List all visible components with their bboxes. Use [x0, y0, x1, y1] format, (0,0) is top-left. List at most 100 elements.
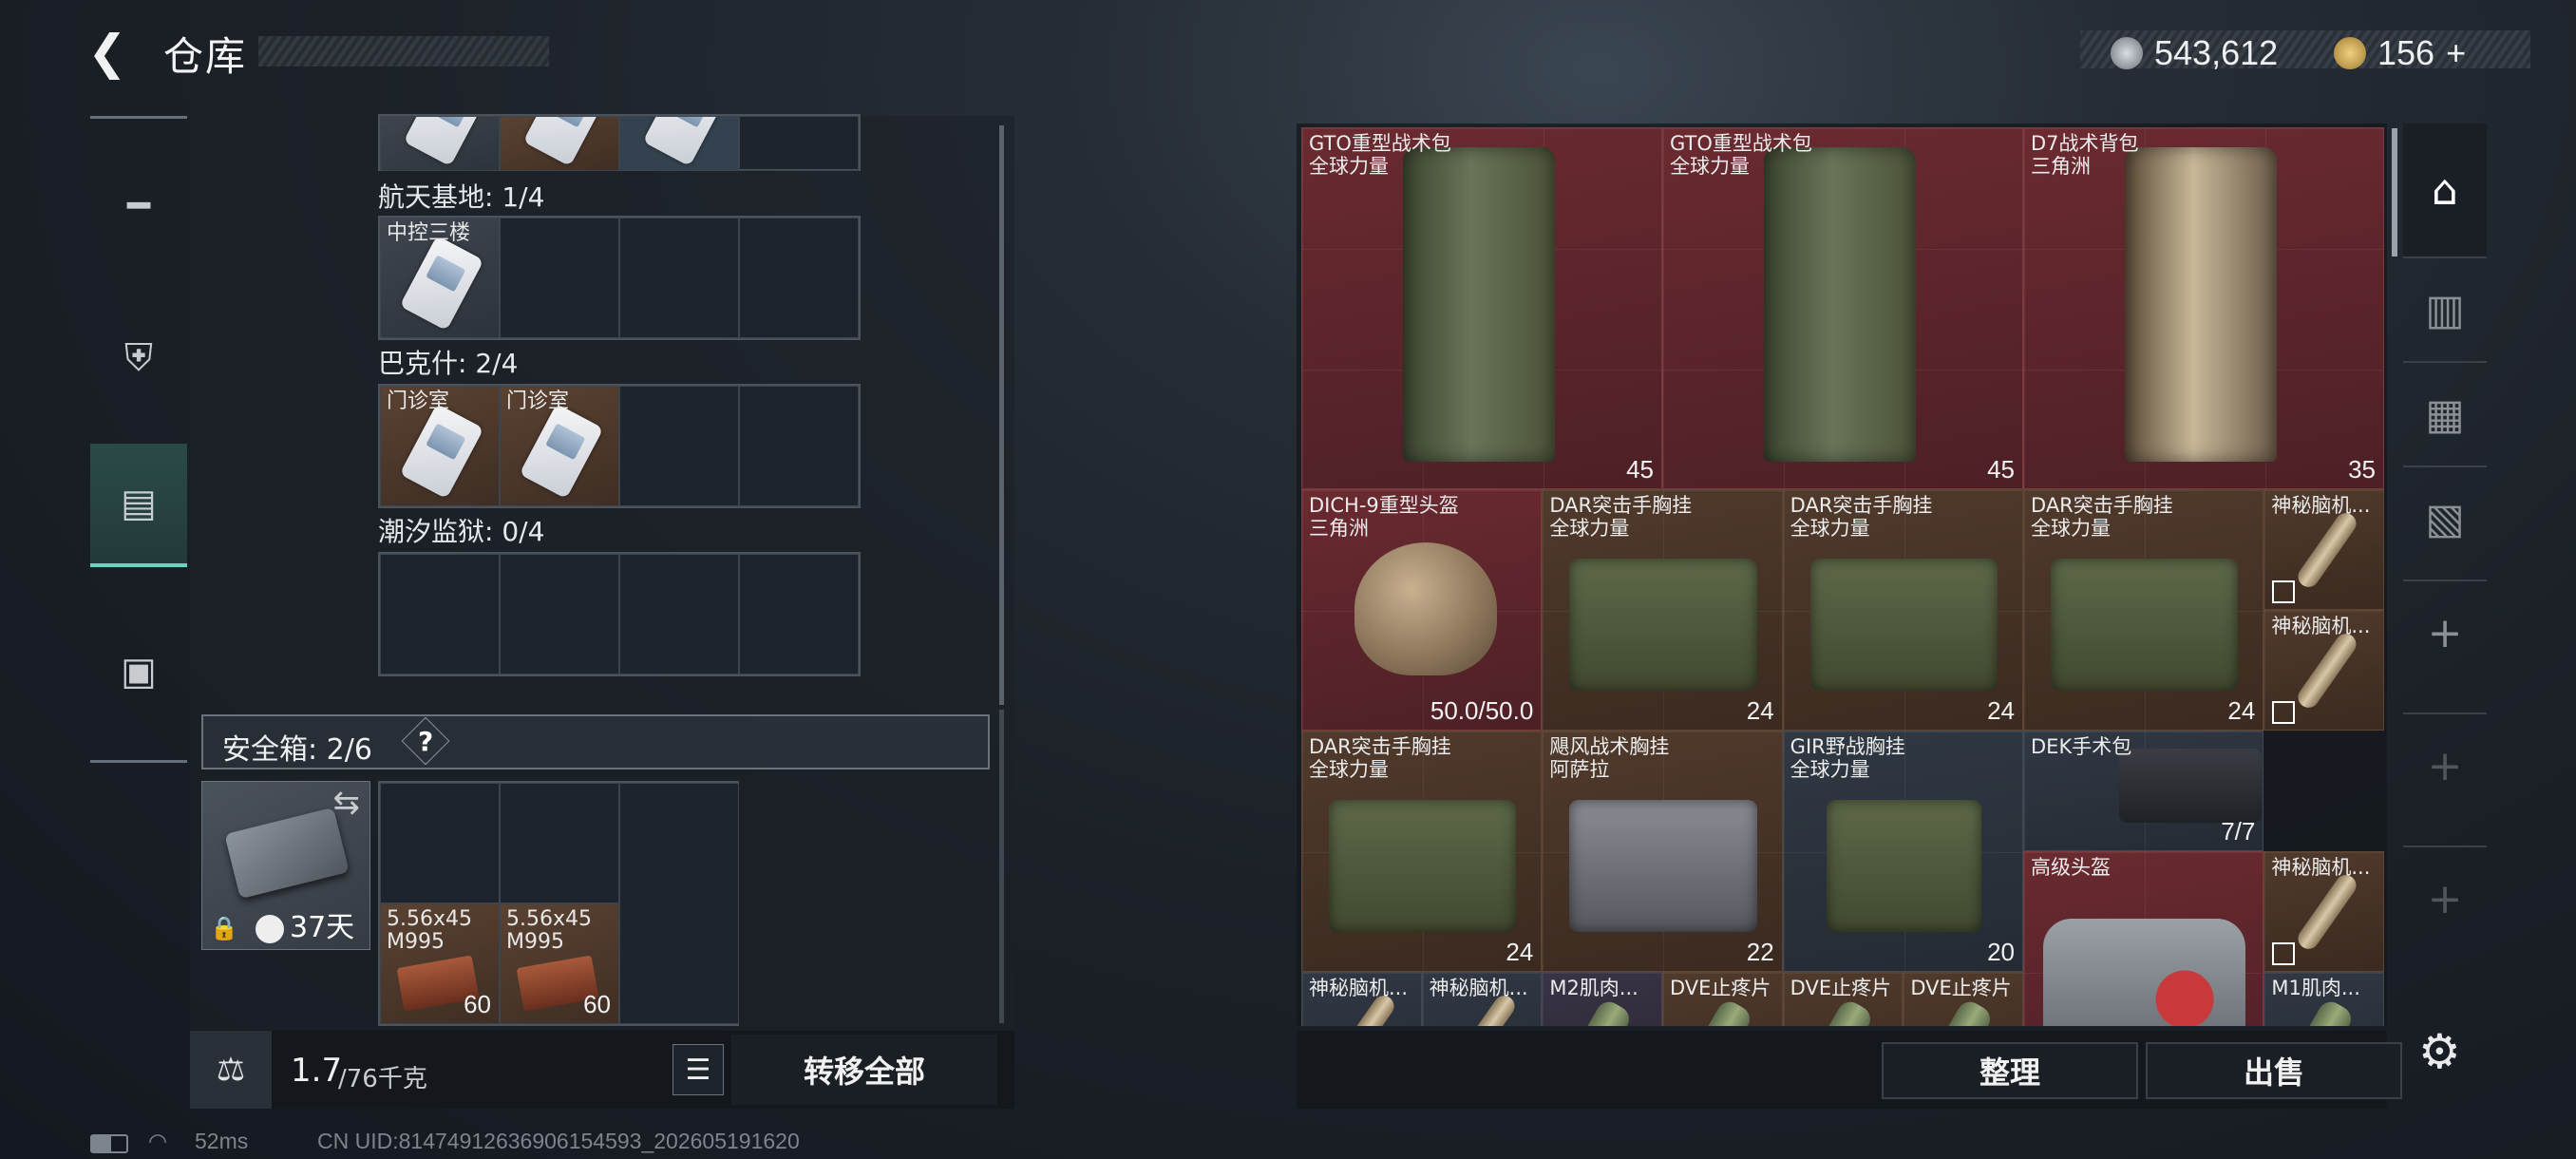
- item-count: 35: [2348, 455, 2377, 484]
- grid-cell[interactable]: [619, 783, 739, 1024]
- inventory-item[interactable]: 高级头盔: [2023, 851, 2264, 1026]
- grid-cell[interactable]: [619, 218, 739, 338]
- item-image: [1403, 147, 1555, 462]
- item-count: 7/7: [2221, 817, 2256, 846]
- grid-cell[interactable]: [739, 386, 859, 506]
- inventory-item[interactable]: 神秘脑机...: [2263, 489, 2384, 610]
- item-faction: 三角洲: [1309, 517, 1369, 540]
- inventory-item[interactable]: 神秘脑机...: [1421, 972, 1543, 1026]
- nav-backpack[interactable]: ▤: [90, 444, 187, 567]
- inventory-item[interactable]: M2肌肉...: [1542, 972, 1662, 1026]
- inventory-item[interactable]: D7战术背包 三角洲 35: [2023, 127, 2384, 489]
- inventory-item[interactable]: DAR突击手胸挂 全球力量 24: [1782, 489, 2023, 731]
- sort-button[interactable]: 整理: [1882, 1042, 2138, 1099]
- grid-cell[interactable]: [619, 116, 739, 171]
- inventory-item[interactable]: DAR突击手胸挂 全球力量 24: [1301, 731, 1543, 972]
- item-name: GTO重型战术包: [1670, 132, 1812, 155]
- inventory-item[interactable]: GTO重型战术包 全球力量 45: [1301, 127, 1662, 489]
- back-button[interactable]: ❮: [87, 27, 135, 78]
- inventory-item[interactable]: GTO重型战术包 全球力量 45: [1662, 127, 2023, 489]
- settings-icon[interactable]: ⚙: [2418, 1024, 2461, 1079]
- grid-cell[interactable]: [500, 218, 619, 338]
- keycard-item[interactable]: 门诊室: [500, 386, 619, 506]
- tab-storage-2[interactable]: ▦: [2403, 361, 2487, 466]
- tab-storage-3[interactable]: ▧: [2403, 466, 2487, 570]
- add-tab-button[interactable]: +: [2403, 846, 2487, 950]
- currency-2[interactable]: 156 +: [2334, 33, 2466, 73]
- scrollbar[interactable]: [999, 125, 1004, 705]
- inventory-item[interactable]: DICH-9重型头盔 三角洲 50.0/50.0: [1301, 489, 1543, 731]
- inventory-item[interactable]: 神秘脑机...: [2263, 851, 2384, 972]
- grid-cell[interactable]: [380, 554, 500, 674]
- list-view-button[interactable]: ☰: [672, 1044, 724, 1095]
- item-image: [1826, 800, 1981, 932]
- item-name: GIR野战胸挂: [1790, 735, 1905, 758]
- inventory-item[interactable]: 神秘脑机...: [1301, 972, 1422, 1026]
- item-faction: 全球力量: [1549, 517, 1630, 540]
- inventory-item[interactable]: GIR野战胸挂 全球力量 20: [1782, 731, 2023, 972]
- no-trade-icon: [2272, 701, 2296, 724]
- item-name: 高级头盔: [2031, 856, 2112, 879]
- help-icon[interactable]: ?: [418, 726, 433, 757]
- toolbox-icon: ▣: [121, 650, 157, 694]
- nav-weapons[interactable]: ━: [90, 144, 187, 268]
- nav-armor[interactable]: ⛨: [90, 296, 187, 420]
- safebox-grid: 5.56x45 M995 60 5.56x45 M995 60: [378, 781, 739, 1026]
- item-name: 神秘脑机...: [2271, 856, 2371, 879]
- item-image: [1569, 800, 1757, 932]
- item-count: 22: [1746, 938, 1774, 966]
- keycard-item[interactable]: 中控三楼: [380, 218, 500, 338]
- grid-cell[interactable]: [500, 116, 619, 171]
- add-tab-button[interactable]: +: [2403, 712, 2487, 817]
- keycard-item[interactable]: 门诊室: [380, 386, 500, 506]
- inventory-item[interactable]: DAR突击手胸挂 全球力量 24: [1542, 489, 1783, 731]
- grid-cell[interactable]: [500, 554, 619, 674]
- add-tab-button[interactable]: +: [2403, 580, 2487, 684]
- grid-cell[interactable]: [739, 218, 859, 338]
- scrollbar-lower[interactable]: [999, 710, 1004, 1023]
- transfer-all-button[interactable]: 转移全部: [731, 1035, 997, 1105]
- grid-cell[interactable]: [380, 116, 500, 171]
- grid-cell[interactable]: [739, 554, 859, 674]
- item-image: [2119, 749, 2263, 823]
- plus-icon: +: [2427, 874, 2463, 923]
- ammo-item[interactable]: 5.56x45 M995 60: [500, 903, 619, 1024]
- title-decoration: [258, 36, 549, 66]
- coin-icon: [2111, 37, 2143, 69]
- right-side-nav: ⌂ ▥ ▦ ▧ + + +: [2403, 124, 2487, 978]
- inventory-item[interactable]: DVE止疼片: [1903, 972, 2023, 1026]
- nav-divider: [90, 116, 187, 119]
- item-faction: 三角洲: [2031, 155, 2092, 178]
- tab-storage[interactable]: ⌂: [2403, 124, 2487, 256]
- swap-icon[interactable]: ⇆: [333, 784, 361, 822]
- item-count: 45: [1626, 455, 1654, 484]
- case-image: [224, 807, 350, 900]
- battery-icon: [90, 1134, 128, 1153]
- add-currency-button[interactable]: +: [2446, 33, 2466, 73]
- grid-cell[interactable]: [619, 386, 739, 506]
- item-name: DEK手术包: [2031, 735, 2132, 758]
- item-count: 24: [1506, 938, 1534, 966]
- item-name: DVE止疼片: [1790, 977, 1892, 999]
- sell-button[interactable]: 出售: [2146, 1042, 2402, 1099]
- grid-cell[interactable]: [380, 783, 500, 903]
- grid-cell[interactable]: [500, 783, 619, 903]
- ammo-item[interactable]: 5.56x45 M995 60: [380, 903, 500, 1024]
- safebox-case[interactable]: ⇆ 🔒 37天: [201, 781, 370, 950]
- inventory-item[interactable]: 飓风战术胸挂 阿萨拉 22: [1542, 731, 1783, 972]
- inventory-item[interactable]: DAR突击手胸挂 全球力量 24: [2023, 489, 2264, 731]
- tab-storage-1[interactable]: ▥: [2403, 256, 2487, 361]
- inventory-item[interactable]: 神秘脑机...: [2263, 610, 2384, 731]
- section-label: 巴克什: 2/4: [378, 348, 519, 379]
- inventory-item[interactable]: M1肌肉...: [2263, 972, 2384, 1026]
- nav-toolbox[interactable]: ▣: [90, 610, 187, 733]
- wifi-icon: ◠: [148, 1129, 168, 1153]
- inventory-scrollbar[interactable]: [2392, 128, 2397, 256]
- inventory-item[interactable]: DEK手术包 7/7: [2023, 731, 2264, 851]
- inventory-item[interactable]: DVE止疼片: [1782, 972, 1904, 1026]
- inventory-item[interactable]: DVE止疼片: [1662, 972, 1783, 1026]
- weight-max: /76千克: [338, 1065, 427, 1093]
- grid-cell[interactable]: [619, 554, 739, 674]
- grid-cell[interactable]: [739, 116, 859, 171]
- section-label: 航天基地: 1/4: [378, 181, 545, 213]
